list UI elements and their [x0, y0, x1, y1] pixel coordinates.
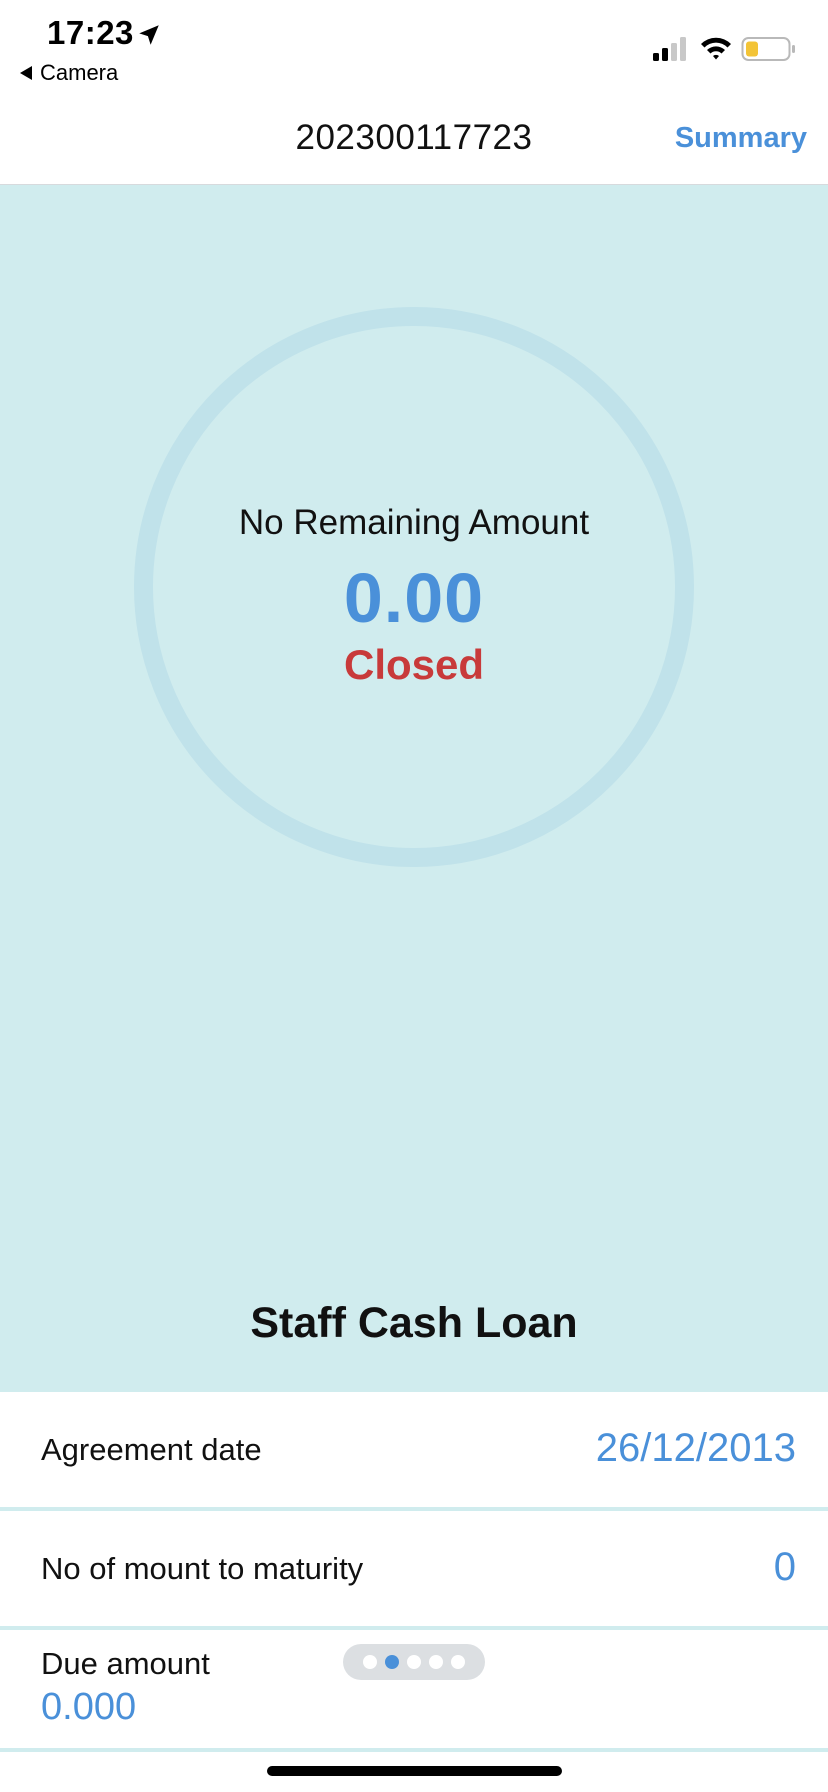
back-to-camera-link[interactable]: Camera: [20, 60, 118, 86]
home-indicator[interactable]: [267, 1766, 562, 1776]
status-time: 17:23: [47, 14, 134, 51]
loan-product-name: Staff Cash Loan: [250, 1299, 578, 1347]
months-to-maturity-label: No of mount to maturity: [41, 1551, 364, 1586]
page-dot[interactable]: [451, 1655, 465, 1669]
wifi-icon: [701, 37, 731, 60]
page-dot[interactable]: [363, 1655, 377, 1669]
page-indicator[interactable]: [343, 1644, 485, 1680]
months-to-maturity-value: 0: [773, 1545, 796, 1589]
page-dot[interactable]: [429, 1655, 443, 1669]
signal-icon: [653, 37, 686, 61]
remaining-amount-value: 0.00: [343, 559, 485, 637]
agreement-date-label: Agreement date: [41, 1432, 262, 1467]
due-amount-value: 0.000: [41, 1686, 137, 1728]
remaining-amount-label: No Remaining Amount: [238, 503, 590, 542]
due-amount-row: Due amount 0.000: [0, 1630, 828, 1752]
back-app-label: Camera: [40, 60, 119, 85]
months-to-maturity-row: No of mount to maturity 0: [0, 1511, 828, 1630]
location-arrow-icon: [139, 25, 159, 45]
loan-overview-panel: No Remaining Amount 0.00 Closed Staff Ca…: [0, 185, 828, 1392]
status-bar: 17:23 Camera: [0, 0, 828, 92]
loan-status-badge: Closed: [343, 641, 485, 688]
agreement-date-value: 26/12/2013: [595, 1426, 796, 1470]
back-triangle-icon: [20, 66, 32, 80]
due-amount-label: Due amount: [41, 1646, 210, 1681]
battery-icon: [741, 37, 795, 61]
page-dot[interactable]: [407, 1655, 421, 1669]
page-dot-active[interactable]: [385, 1655, 399, 1669]
summary-button[interactable]: Summary: [675, 122, 807, 155]
agreement-date-row: Agreement date 26/12/2013: [0, 1392, 828, 1511]
loan-detail-screen: 17:23 Camera 202300117723 Summary No Rem…: [0, 0, 828, 1792]
navigation-bar: 202300117723 Summary: [0, 92, 828, 185]
